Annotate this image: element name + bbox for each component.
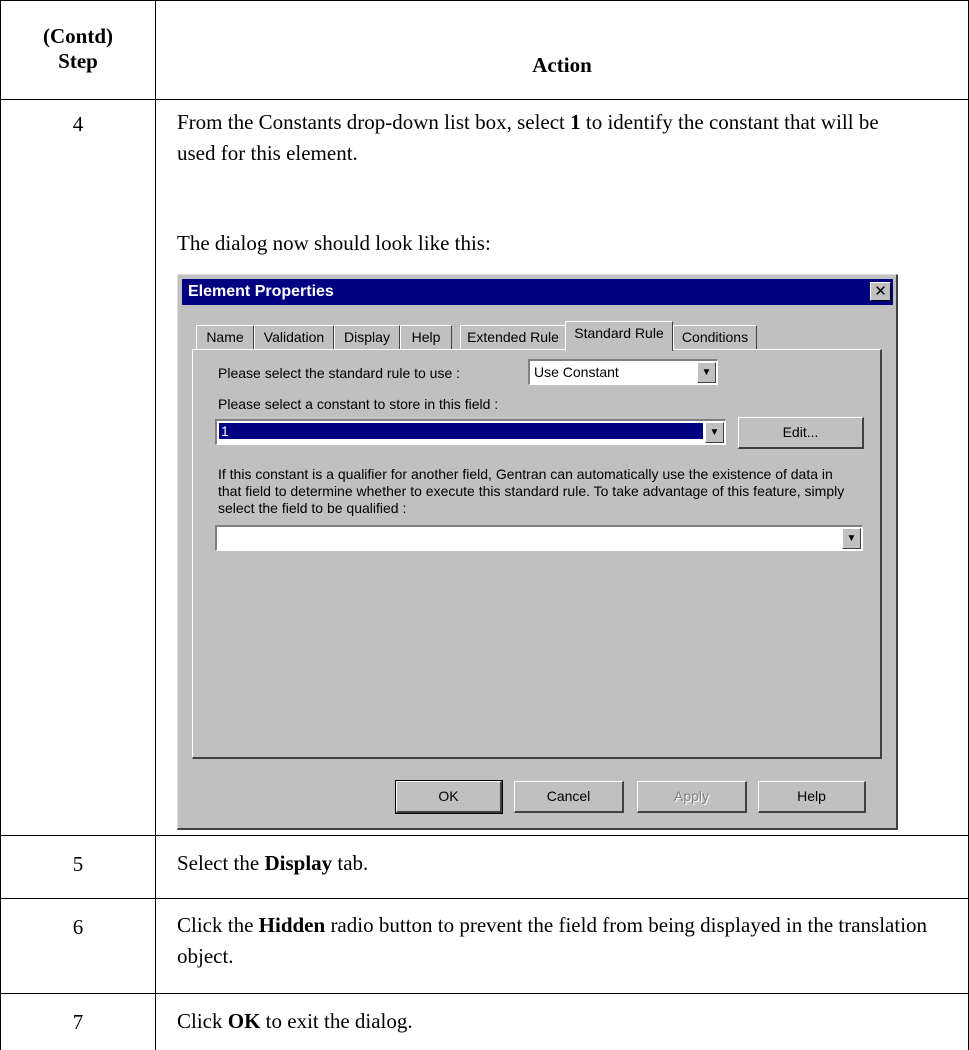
constant-select[interactable]: 1 ▼ — [215, 419, 726, 445]
tab-conditions[interactable]: Conditions — [673, 325, 757, 349]
qualifier-description: If this constant is a qualifier for anot… — [218, 466, 845, 516]
step-number: 5 — [72, 852, 84, 876]
table-border-top — [0, 0, 969, 1]
tab-validation[interactable]: Validation — [254, 325, 334, 349]
tab-display[interactable]: Display — [334, 325, 400, 349]
row-divider — [0, 993, 969, 994]
rule-label: Please select the standard rule to use : — [218, 365, 461, 381]
header-step-line2: Step — [58, 49, 98, 73]
constant-select-value: 1 — [219, 423, 703, 439]
dialog-title: Element Properties — [188, 283, 334, 300]
ok-button[interactable]: OK — [395, 780, 503, 814]
cancel-button[interactable]: Cancel — [514, 781, 624, 813]
row-divider — [0, 835, 969, 836]
step-number: 6 — [72, 915, 84, 939]
apply-button: Apply — [637, 781, 747, 813]
element-properties-dialog: Element Properties ✕ Name Validation Dis… — [177, 274, 898, 830]
step-number: 4 — [72, 112, 84, 136]
qualifier-select[interactable]: ▼ — [215, 525, 863, 551]
help-button[interactable]: Help — [758, 781, 866, 813]
tab-standard-rule[interactable]: Standard Rule — [565, 321, 673, 351]
edit-button[interactable]: Edit... — [738, 417, 864, 449]
constant-label: Please select a constant to store in thi… — [218, 396, 499, 412]
rule-select-value: Use Constant — [534, 364, 619, 380]
step-instruction-note: The dialog now should look like this: — [177, 231, 491, 255]
tab-help[interactable]: Help — [400, 325, 452, 349]
chevron-down-icon[interactable]: ▼ — [842, 528, 861, 549]
step-table: (Contd) Step Action 4 From the Constants… — [0, 0, 969, 1050]
step-instruction: Click the Hidden radio button to prevent… — [177, 913, 928, 968]
step-instruction: Click OK to exit the dialog. — [177, 1009, 413, 1033]
tab-name[interactable]: Name — [196, 325, 254, 349]
close-icon[interactable]: ✕ — [870, 282, 891, 301]
table-border-left — [0, 0, 1, 1050]
header-step: (Contd) Step — [0, 24, 156, 74]
dialog-titlebar: Element Properties ✕ — [182, 279, 893, 305]
tab-extended-rule[interactable]: Extended Rule — [460, 325, 566, 349]
chevron-down-icon[interactable]: ▼ — [697, 362, 716, 383]
step-instruction: Select the Display tab. — [177, 851, 369, 875]
step-instruction: From the Constants drop-down list box, s… — [177, 110, 879, 165]
table-column-divider — [155, 0, 156, 1050]
row-divider — [0, 898, 969, 899]
header-step-line1: (Contd) — [42, 24, 113, 48]
header-divider — [0, 99, 969, 100]
rule-select[interactable]: Use Constant ▼ — [528, 359, 718, 385]
chevron-down-icon[interactable]: ▼ — [705, 422, 724, 443]
step-number: 7 — [72, 1010, 84, 1034]
header-action: Action — [532, 53, 592, 77]
